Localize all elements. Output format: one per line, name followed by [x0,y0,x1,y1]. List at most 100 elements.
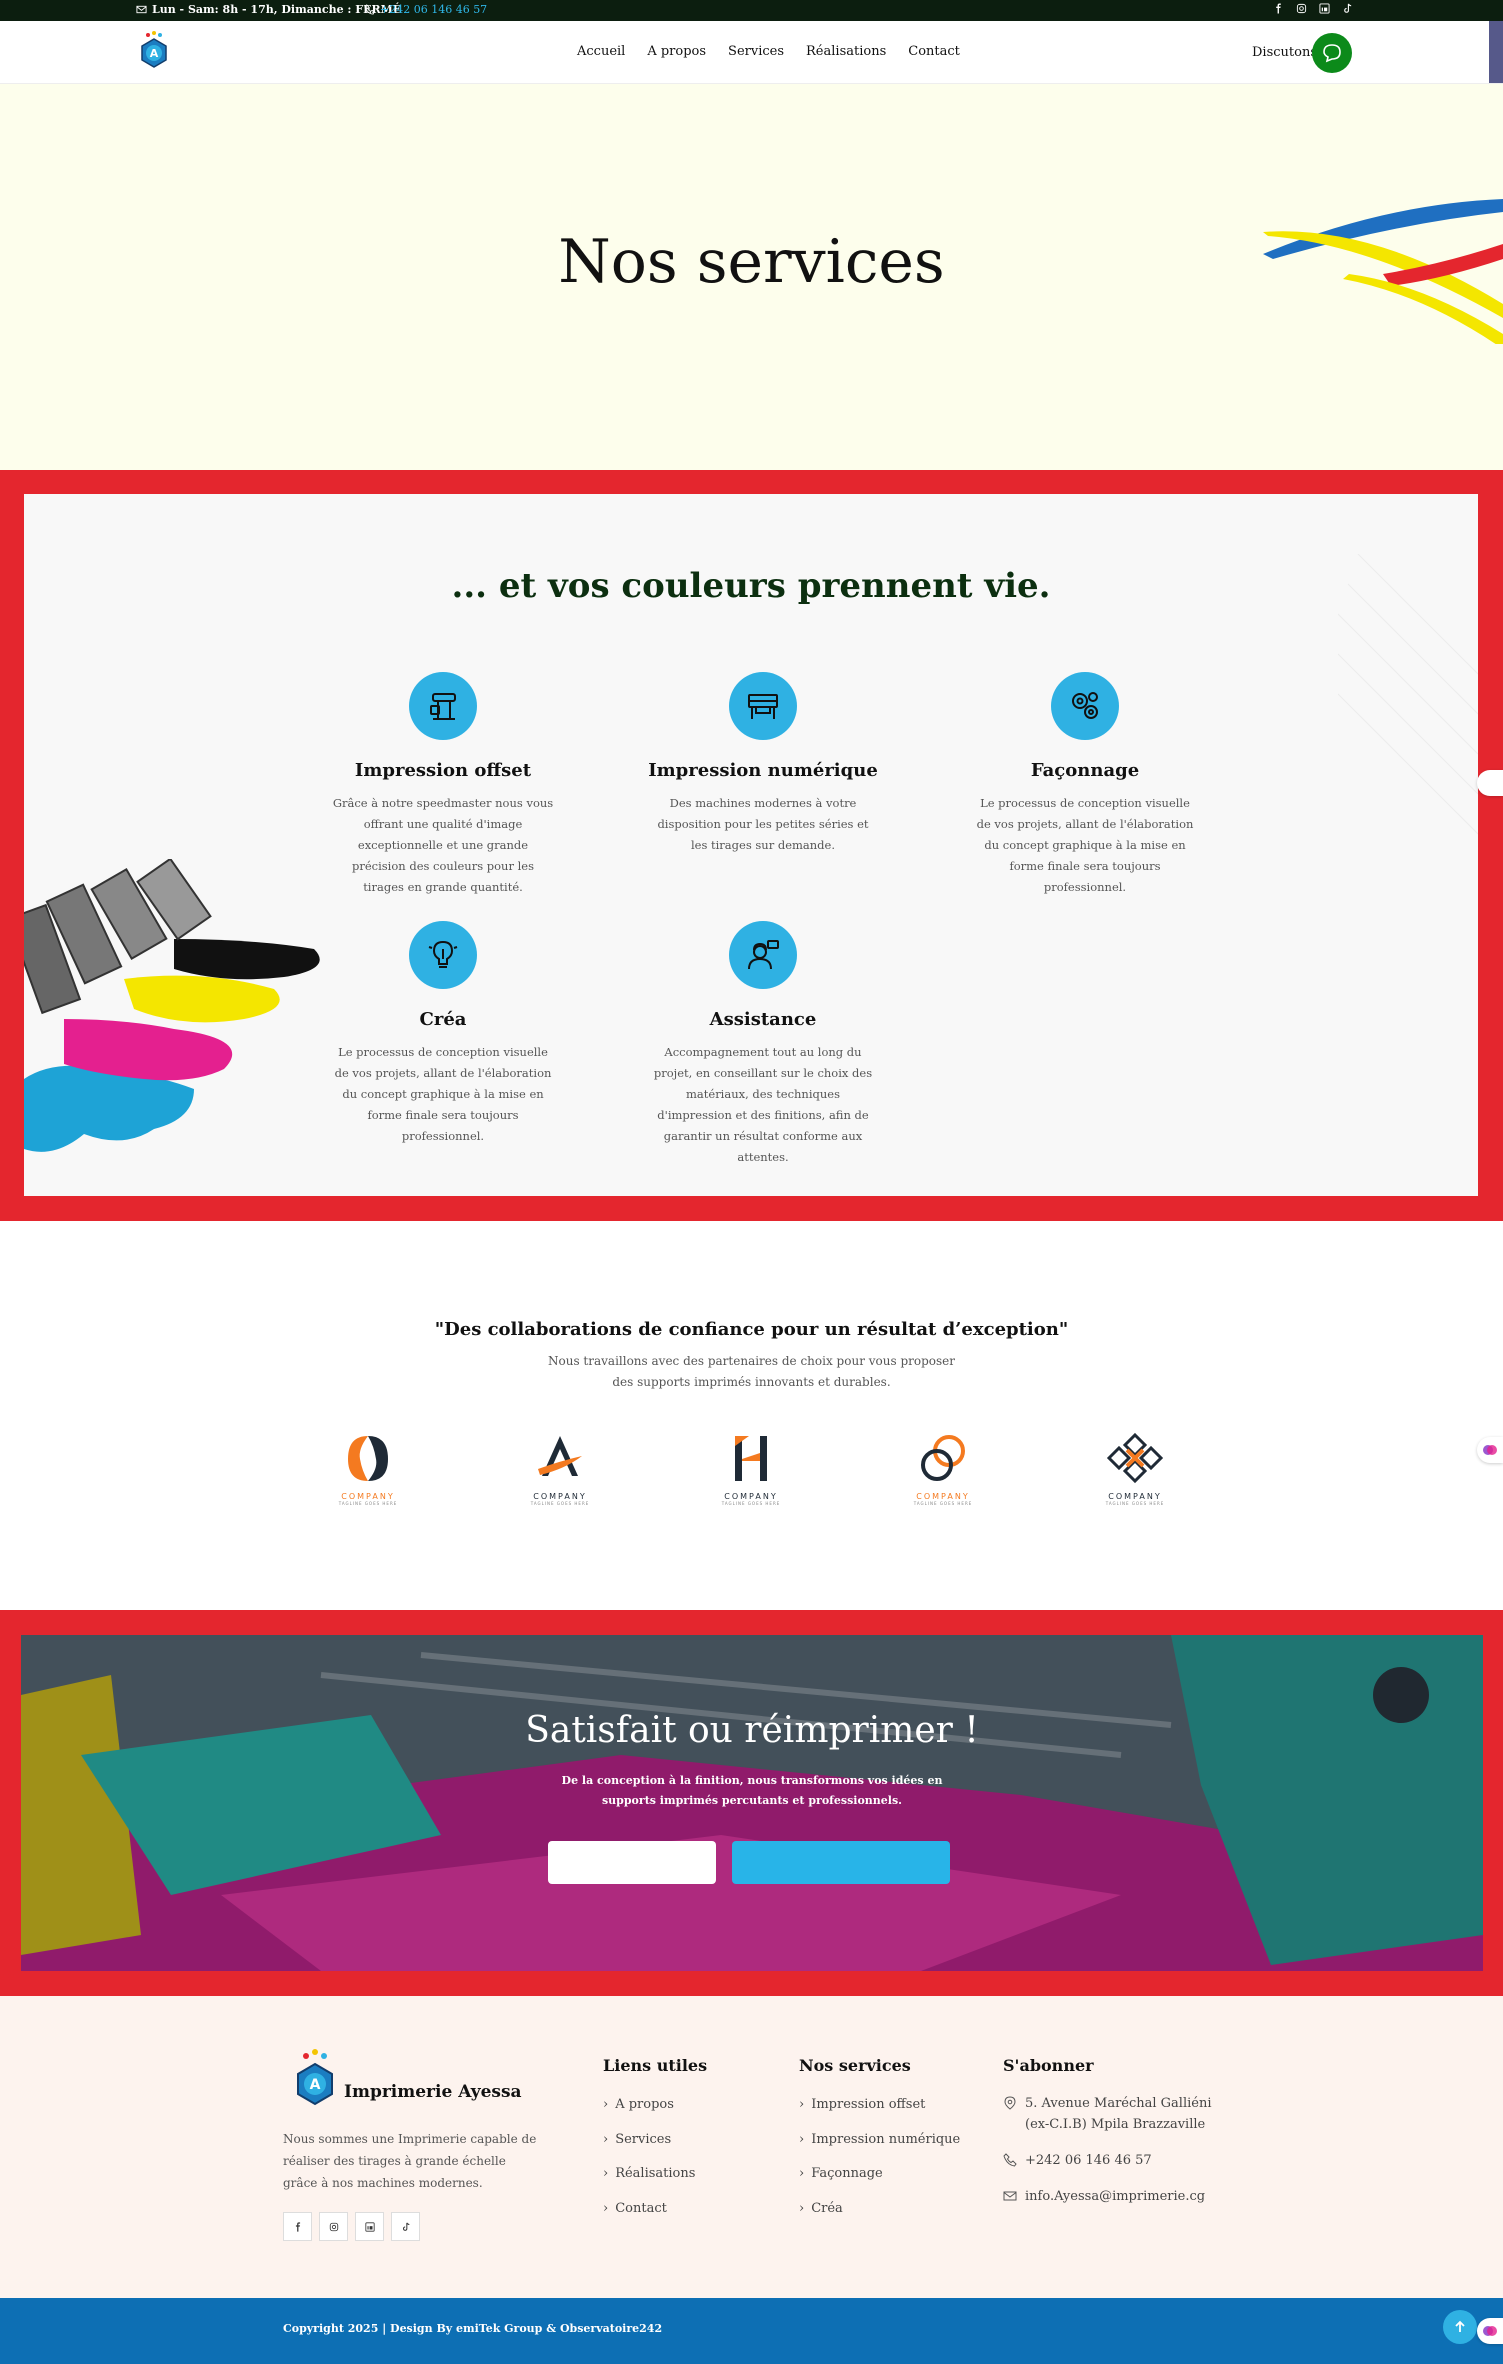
chevron-right-icon: › [603,2166,609,2181]
footer-link-label[interactable]: A propos [615,2097,674,2112]
partner-logo-mark [735,1436,767,1481]
partner-tagline: TAGLINE GOES HERE [338,1501,398,1506]
service-title: Impression offset [354,760,532,781]
chat-bubble-icon [1323,44,1341,63]
floating-accessibility-badge-bottom[interactable] [1477,2318,1503,2344]
chevron-right-icon: › [799,2097,805,2112]
chat-button[interactable] [1312,33,1352,73]
footer-service-offset[interactable]: › Impression offset [799,2097,960,2132]
footer-instagram-button[interactable] [319,2212,348,2241]
footer-link-label[interactable]: Façonnage [811,2166,883,2181]
nav-link-services[interactable]: Services [728,44,784,59]
footer-useful-links: Liens utiles › A propos › Services › Réalis… [603,2056,707,2235]
cta-section: Satisfait ou réimprimer ! De la concepti… [0,1610,1503,1996]
topbar-social-links [1273,3,1353,14]
instagram-icon[interactable] [1296,3,1307,14]
nav-link-contact[interactable]: Contact [908,44,960,59]
floating-side-badge[interactable] [1477,770,1503,796]
chevron-right-icon: › [799,2200,805,2216]
partners-subtitle: Nous travaillons avec des partenaires de… [548,1354,955,1389]
mail-icon [1003,2191,1017,2201]
partner-logo-5[interactable]: COMPANY TAGLINE GOES HERE [1095,1431,1175,1516]
footer-tiktok-button[interactable] [391,2212,420,2241]
footer-link-a-propos[interactable]: › A propos [603,2097,707,2132]
footer-link-label[interactable]: Impression offset [811,2097,925,2112]
footer-email-text[interactable]: info.Ayessa@imprimerie.cg [1025,2186,1205,2207]
partners-heading: "Des collaborations de confiance pour un… [434,1319,1069,1340]
chevron-right-icon: › [799,2131,805,2147]
partner-logo-mark [1106,1432,1164,1484]
facebook-icon[interactable] [1273,3,1284,14]
partner-logo-1[interactable]: COMPANY TAGLINE GOES HERE [328,1431,408,1516]
footer-link-label[interactable]: Réalisations [615,2166,695,2181]
footer-phone[interactable]: +242 06 146 46 57 [1003,2150,1233,2171]
footer-service-crea[interactable]: › Créa [799,2201,960,2236]
nav-link-accueil[interactable]: Accueil [577,44,625,59]
floating-accessibility-badge[interactable] [1477,1437,1503,1463]
service-description: Le processus de conception visuelle de v… [976,796,1194,894]
footer-link-label[interactable]: Services [615,2132,671,2147]
topbar-phone-text[interactable]: +242 06 146 46 57 [380,3,487,16]
footer-brand-name: Imprimerie Ayessa [344,2082,522,2102]
footer-linkedin-button[interactable] [355,2212,384,2241]
footer-link-label[interactable]: Impression numérique [811,2132,960,2147]
ayessa-logo[interactable]: A [136,29,172,75]
footer-description: Nous sommes une Imprimerie capable de ré… [283,2132,537,2190]
service-card-assistance: Assistance Accompagnement tout au long d… [638,921,888,1168]
chevron-right-icon: › [603,2097,609,2112]
footer-phone-text[interactable]: +242 06 146 46 57 [1025,2150,1152,2171]
footer-link-label[interactable]: Créa [811,2201,843,2216]
footer-facebook-button[interactable] [283,2212,312,2241]
footer-link-contact[interactable]: › Contact [603,2201,707,2236]
partner-name: COMPANY [1108,1492,1162,1501]
service-description: Des machines modernes à votre dispositio… [657,796,869,852]
cta-banner: Satisfait ou réimprimer ! De la concepti… [21,1635,1483,1971]
services-heading: ... et vos couleurs prennent vie. [451,566,1051,606]
footer-contact: S'abonner 5. Avenue Maréchal Galliéni (e… [1003,2056,1233,2207]
service-card-faconnage: Façonnage Le processus de conception vis… [960,672,1210,898]
partners-section: "Des collaborations de confiance pour un… [0,1221,1503,1610]
discutons-label[interactable]: Discutons [1252,45,1317,60]
scroll-to-top-button[interactable] [1443,2310,1477,2344]
tiktok-icon[interactable] [1342,3,1353,14]
footer-services-title: Nos services [799,2056,911,2075]
footer-service-numerique[interactable]: › Impression numérique [799,2132,960,2167]
service-description: Grâce à notre speedmaster nous vous offr… [332,796,554,894]
footer-link-realisations[interactable]: › Réalisations [603,2166,707,2201]
footer-services-links: Nos services › Impression offset › Impress… [799,2056,960,2235]
footer-social-links [283,2212,420,2241]
nav-link-realisations[interactable]: Réalisations [806,44,886,59]
partner-tagline: TAGLINE GOES HERE [913,1501,973,1506]
side-tab[interactable] [1489,21,1503,83]
footer-link-services[interactable]: › Services [603,2132,707,2167]
copyright-bar: Copyright 2025 | Design By emiTek Group … [0,2298,1503,2364]
footer-address-text: 5. Avenue Maréchal Galliéni (ex-C.I.B) M… [1025,2096,1212,2132]
cta-heading: Satisfait ou réimprimer ! [525,1710,979,1751]
chevron-right-icon: › [799,2166,805,2181]
instagram-icon [329,2222,338,2231]
partner-logo-mark [538,1436,582,1476]
footer-logo[interactable]: A [290,2046,340,2114]
service-icon-circle [729,921,797,989]
copyright-text: Copyright 2025 | Design By emiTek Group … [283,2322,663,2335]
cta-secondary-button[interactable] [548,1841,716,1884]
partner-logo-4[interactable]: COMPANY TAGLINE GOES HERE [903,1431,983,1516]
partner-logo-2[interactable]: COMPANY TAGLINE GOES HERE [520,1431,600,1516]
nav-link-a-propos[interactable]: A propos [647,44,706,59]
cta-primary-button[interactable] [732,1841,950,1884]
brain-icon [1483,2326,1497,2336]
partner-logo-mark [348,1436,388,1481]
partner-logo-3[interactable]: COMPANY TAGLINE GOES HERE [711,1431,791,1516]
service-title: Créa [419,1009,467,1030]
gears-icon [1072,692,1098,719]
facebook-icon [295,2221,300,2232]
topbar-phone[interactable]: +242 06 146 46 57 [364,3,487,16]
linkedin-icon[interactable] [1319,3,1330,14]
footer-email[interactable]: info.Ayessa@imprimerie.cg [1003,2186,1233,2207]
top-info-bar: Lun - Sam: 8h - 17h, Dimanche : FERMÉ +2… [0,0,1503,21]
footer-service-faconnage[interactable]: › Façonnage [799,2166,960,2201]
location-pin-icon [1004,2096,1016,2110]
service-title: Impression numérique [648,760,878,781]
footer-link-label[interactable]: Contact [615,2201,667,2216]
service-description: Accompagnement tout au long du projet, e… [653,1045,873,1164]
